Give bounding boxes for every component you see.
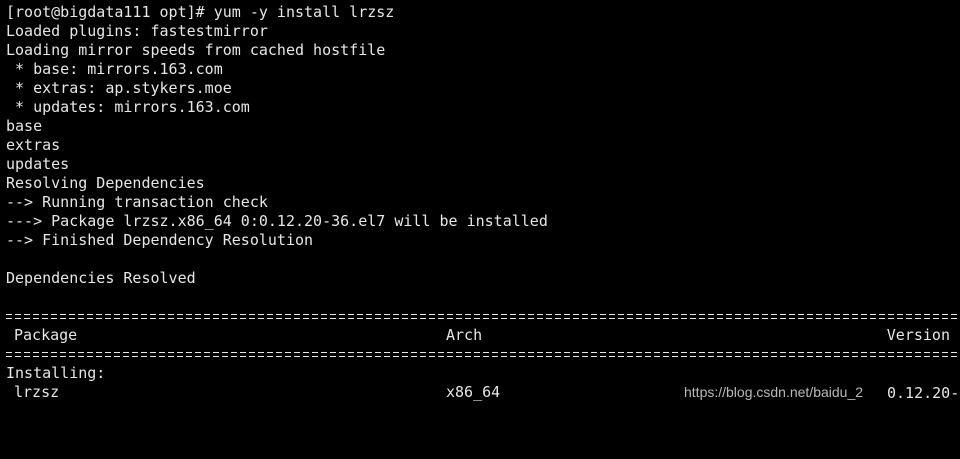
table-rule-middle: [6, 345, 960, 364]
terminal-line: Loaded plugins: fastestmirror: [6, 22, 268, 40]
terminal-line: updates: [6, 155, 70, 173]
terminal-line: --> Running transaction check: [6, 193, 268, 211]
header-arch: Arch: [446, 326, 483, 344]
header-package: Package: [14, 326, 78, 344]
row-version: 0.12.20-: [887, 384, 960, 402]
terminal-line: base: [6, 117, 43, 135]
terminal-line: Resolving Dependencies: [6, 174, 205, 192]
terminal-line: Dependencies Resolved: [6, 269, 196, 287]
section-label: Installing:: [6, 364, 106, 382]
terminal-line: ---> Package lrzsz.x86_64 0:0.12.20-36.e…: [6, 212, 548, 230]
terminal-window[interactable]: [root@bigdata111 opt]# yum -y install lr…: [0, 0, 960, 414]
terminal-line: * extras: ap.stykers.moe: [6, 79, 232, 97]
terminal-line: --> Finished Dependency Resolution: [6, 231, 314, 249]
table-header-row: Package Arch Version: [6, 326, 960, 345]
row-arch: x86_64: [446, 383, 501, 401]
terminal-line: * updates: mirrors.163.com: [6, 98, 250, 116]
header-version: Version: [886, 326, 950, 344]
terminal-line: * base: mirrors.163.com: [6, 60, 223, 78]
table-rule-top: [6, 307, 960, 326]
terminal-line: Loading mirror speeds from cached hostfi…: [6, 41, 386, 59]
watermark-text: https://blog.csdn.net/baidu_2: [684, 384, 864, 400]
terminal-line: extras: [6, 136, 61, 154]
terminal-line: [root@bigdata111 opt]# yum -y install lr…: [6, 3, 395, 21]
row-package: lrzsz: [14, 383, 60, 401]
terminal-output: [root@bigdata111 opt]# yum -y install lr…: [6, 3, 960, 402]
